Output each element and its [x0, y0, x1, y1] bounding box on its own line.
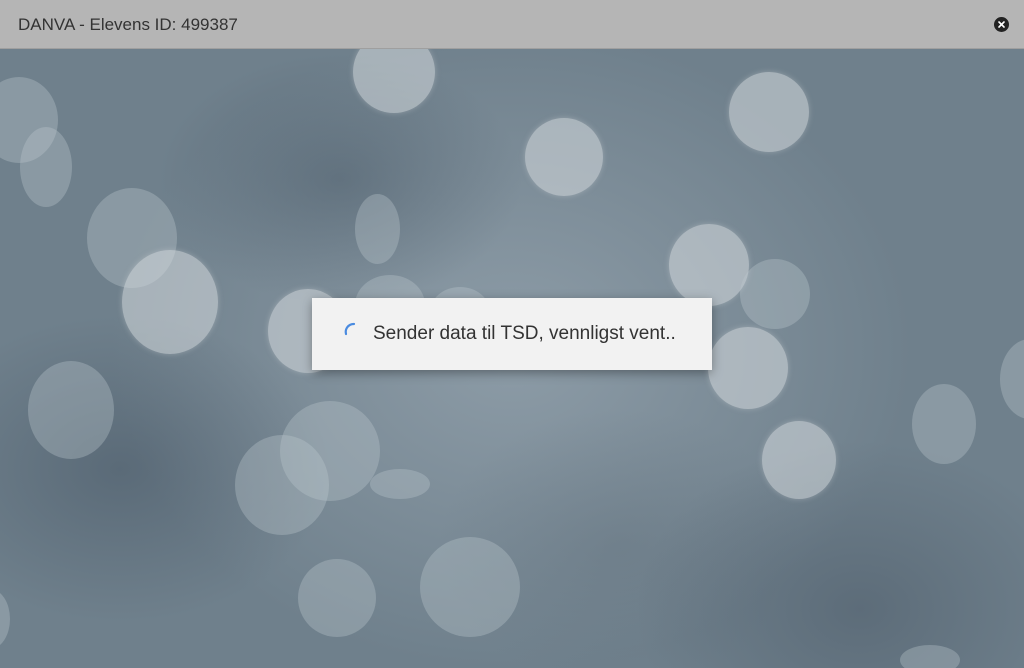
- window-title: DANVA - Elevens ID: 499387: [18, 15, 238, 34]
- app-window: DANVA - Elevens ID: 499387 Sender data t…: [0, 0, 1024, 668]
- progress-dialog: Sender data til TSD, vennligst vent..: [312, 298, 712, 370]
- close-icon[interactable]: [994, 17, 1009, 32]
- dialog-message: Sender data til TSD, vennligst vent..: [373, 323, 676, 344]
- title-bar: DANVA - Elevens ID: 499387: [0, 0, 1024, 49]
- loading-spinner-icon: [344, 322, 356, 336]
